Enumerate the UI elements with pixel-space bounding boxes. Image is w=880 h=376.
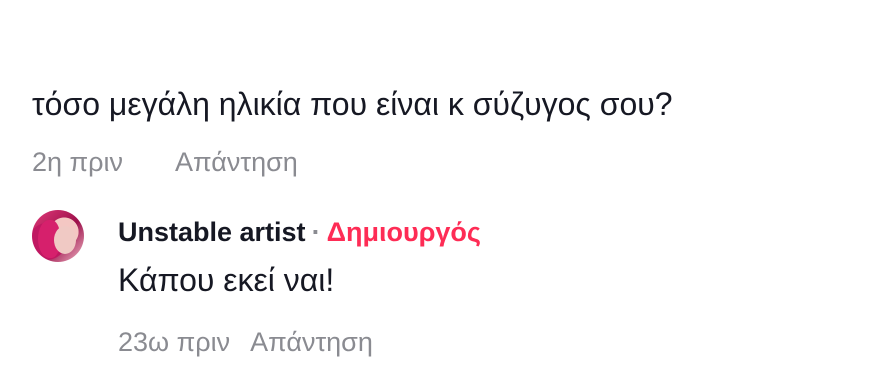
creator-badge: Δημιουργός	[326, 217, 481, 247]
reply-time: 23ω πριν	[118, 327, 231, 357]
comment-time: 2η πριν	[32, 147, 124, 177]
reply-header: Unstable artist · Δημιουργός	[118, 214, 481, 250]
reply-comment: Unstable artist · Δημιουργός Κάπου εκεί να…	[32, 206, 852, 366]
comment-text: τόσο μεγάλη ηλικία που είναι κ σύζυγος σ…	[32, 86, 673, 122]
user-avatar[interactable]	[32, 210, 84, 262]
reply-text: Κάπου εκεί ναι!	[118, 262, 335, 298]
comment-meta: 2η πριν Απάντηση	[32, 144, 298, 180]
reply-author-name[interactable]: Unstable artist	[118, 217, 306, 247]
comment-reply-button[interactable]: Απάντηση	[175, 147, 298, 177]
avatar-face	[54, 226, 76, 254]
reply-meta: 23ω πριν Απάντηση	[118, 324, 373, 360]
header-separator: ·	[311, 217, 321, 247]
reply-reply-button[interactable]: Απάντηση	[250, 327, 373, 357]
